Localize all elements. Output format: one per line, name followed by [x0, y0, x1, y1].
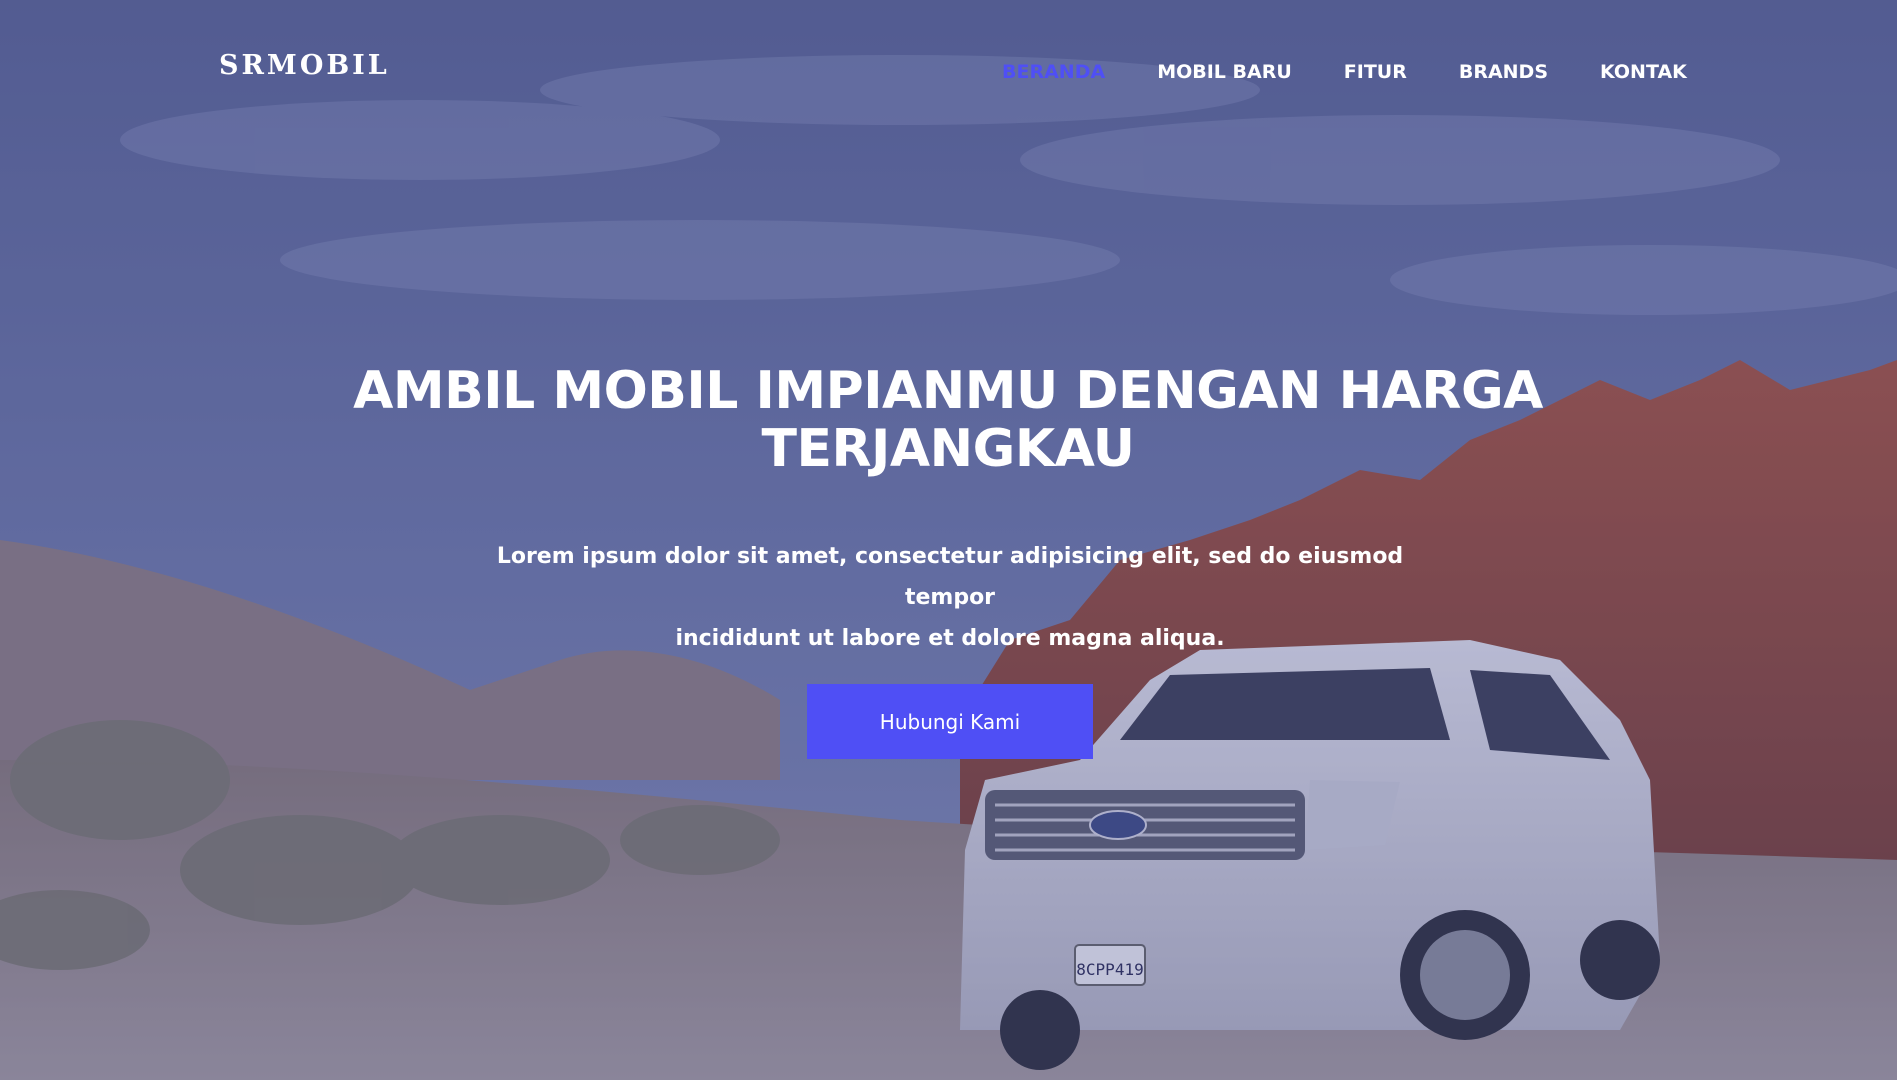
- main-nav: BERANDA MOBIL BARU FITUR BRANDS KONTAK: [1002, 58, 1687, 86]
- hero-subtitle: Lorem ipsum dolor sit amet, consectetur …: [470, 536, 1430, 659]
- hero-section: 8CPP419 SRMOBIL BERANDA MOBIL BARU FITUR…: [0, 0, 1897, 1080]
- hero-subtitle-line-2: incididunt ut labore et dolore magna ali…: [675, 626, 1225, 651]
- hero-title: AMBIL MOBIL IMPIANMU DENGAN HARGA TERJAN…: [348, 362, 1548, 478]
- nav-item-fitur[interactable]: FITUR: [1344, 61, 1407, 83]
- nav-item-brands[interactable]: BRANDS: [1459, 61, 1548, 83]
- site-logo[interactable]: SRMOBIL: [219, 50, 390, 81]
- nav-item-beranda[interactable]: BERANDA: [1002, 61, 1105, 83]
- nav-item-mobil-baru[interactable]: MOBIL BARU: [1157, 61, 1292, 83]
- hero-title-line-1: AMBIL MOBIL IMPIANMU DENGAN HARGA: [353, 361, 1543, 421]
- hero-title-line-2: TERJANGKAU: [761, 419, 1136, 479]
- nav-item-kontak[interactable]: KONTAK: [1600, 61, 1687, 83]
- hero-subtitle-line-1: Lorem ipsum dolor sit amet, consectetur …: [496, 544, 1404, 610]
- contact-us-button[interactable]: Hubungi Kami: [807, 684, 1093, 759]
